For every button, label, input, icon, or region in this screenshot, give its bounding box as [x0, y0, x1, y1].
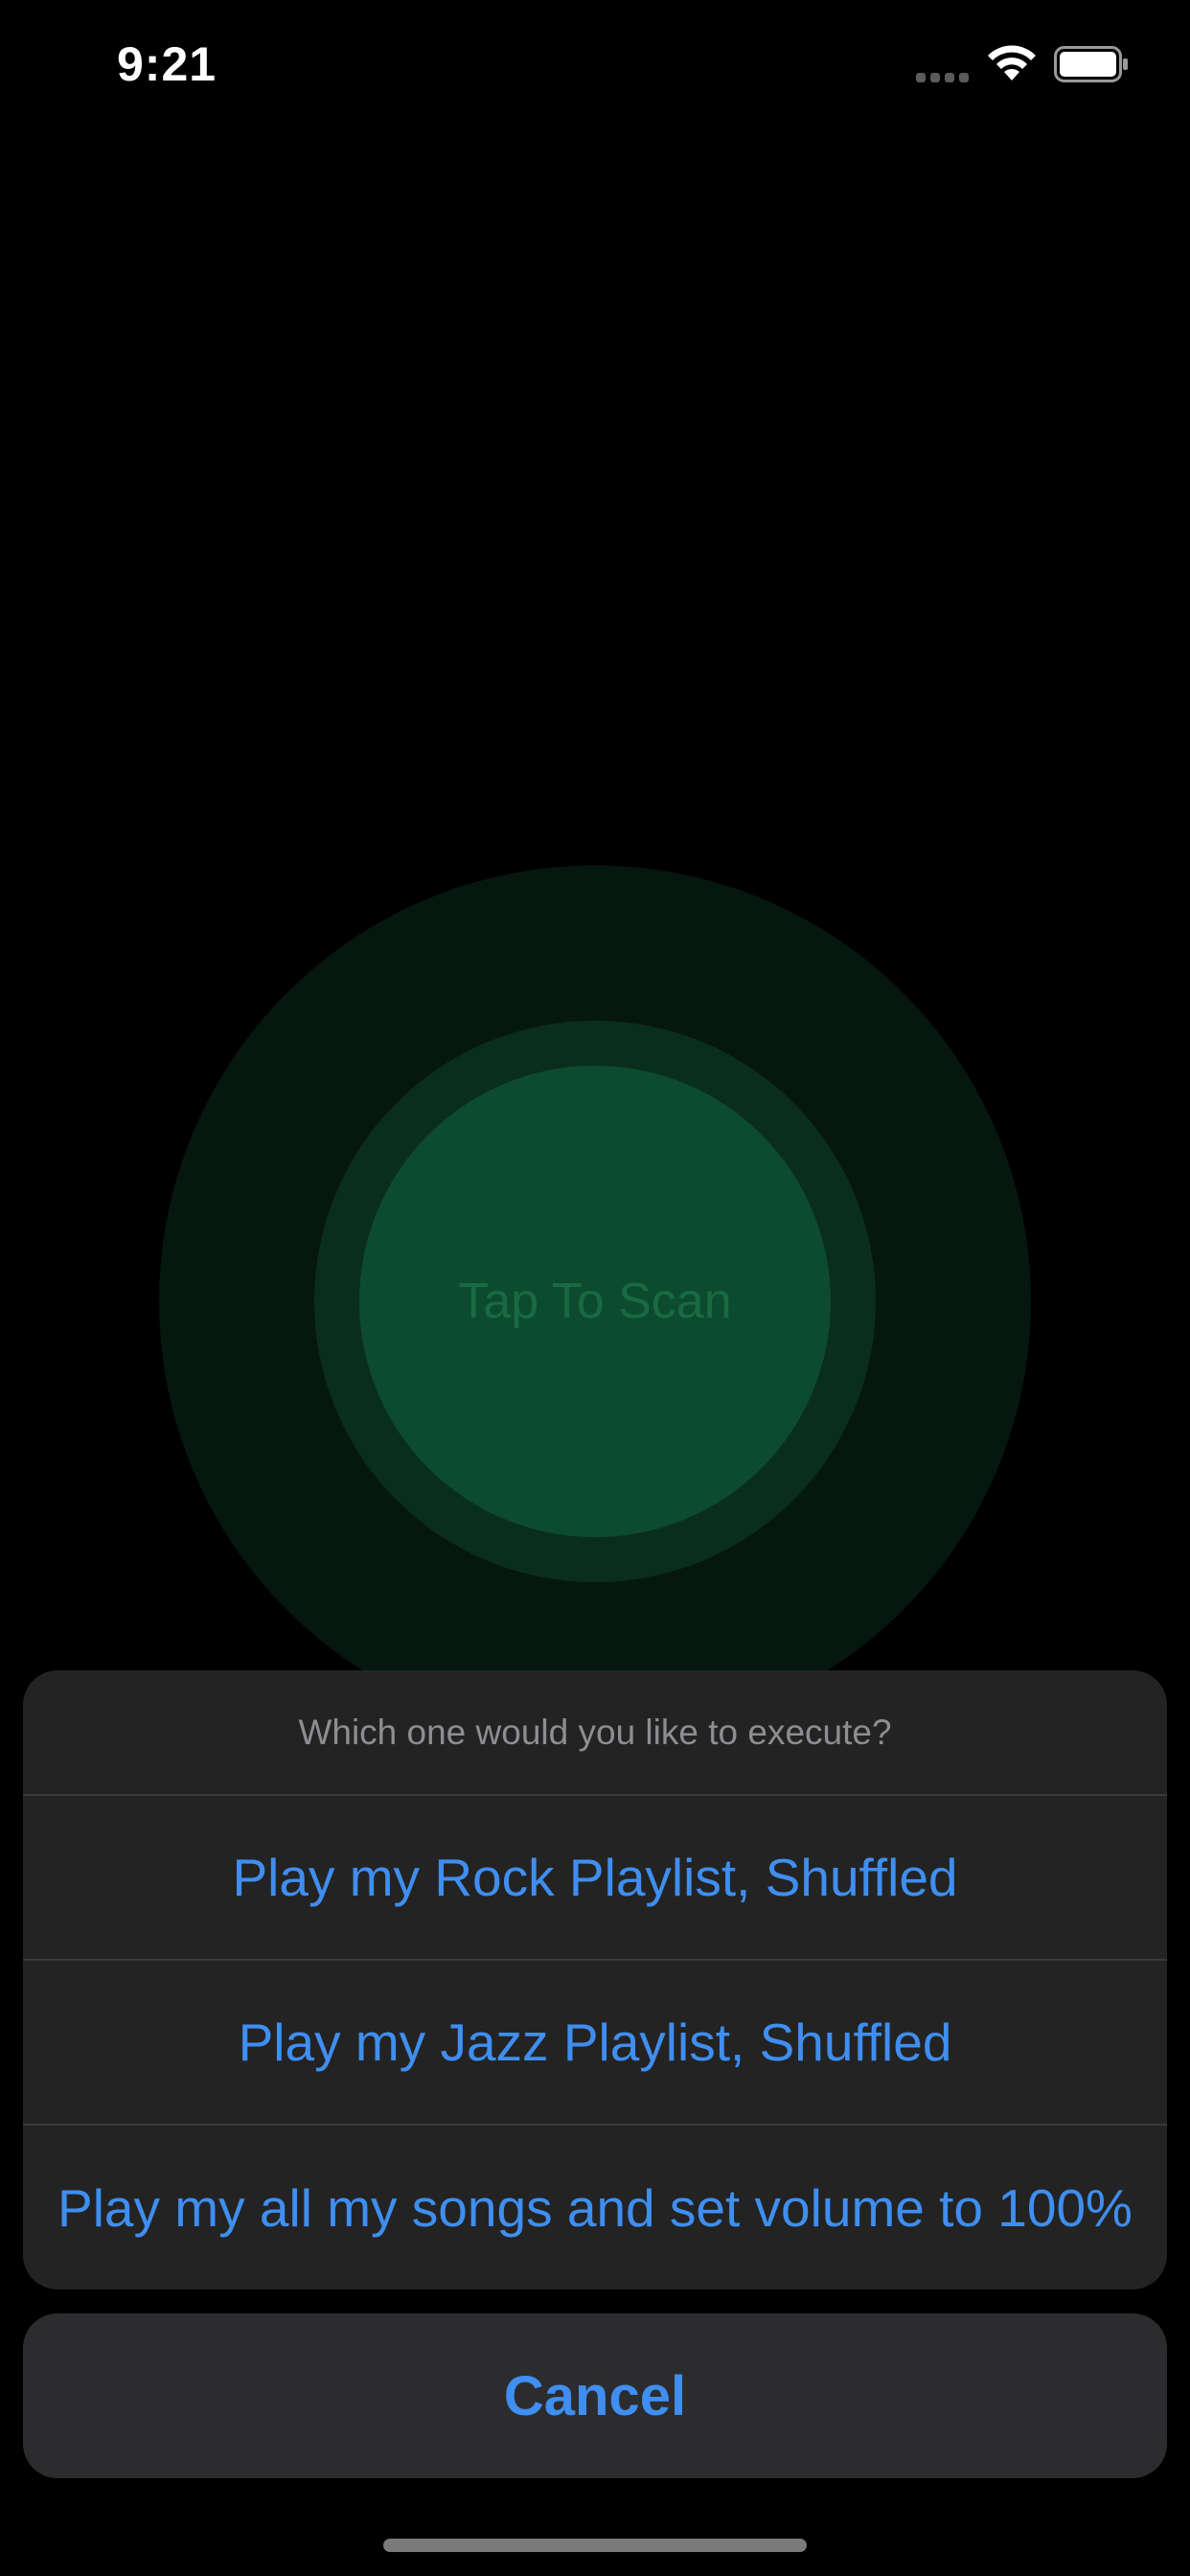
status-time: 9:21 — [117, 37, 217, 91]
home-indicator[interactable] — [383, 2539, 807, 2552]
option-all-songs-volume[interactable]: Play my all my songs and set volume to 1… — [23, 2126, 1167, 2289]
status-bar: 9:21 — [0, 0, 1190, 126]
cancel-button[interactable]: Cancel — [23, 2313, 1167, 2478]
scan-label: Tap To Scan — [458, 1274, 732, 1329]
action-sheet-title: Which one would you like to execute? — [23, 1670, 1167, 1796]
tap-to-scan-button[interactable]: Tap To Scan — [359, 1066, 831, 1537]
cellular-signal-icon — [916, 73, 970, 82]
action-sheet: Which one would you like to execute? Pla… — [23, 1670, 1167, 2289]
battery-icon — [1054, 46, 1128, 82]
wifi-icon — [988, 45, 1036, 80]
option-rock-playlist[interactable]: Play my Rock Playlist, Shuffled — [23, 1796, 1167, 1961]
option-jazz-playlist[interactable]: Play my Jazz Playlist, Shuffled — [23, 1961, 1167, 2126]
